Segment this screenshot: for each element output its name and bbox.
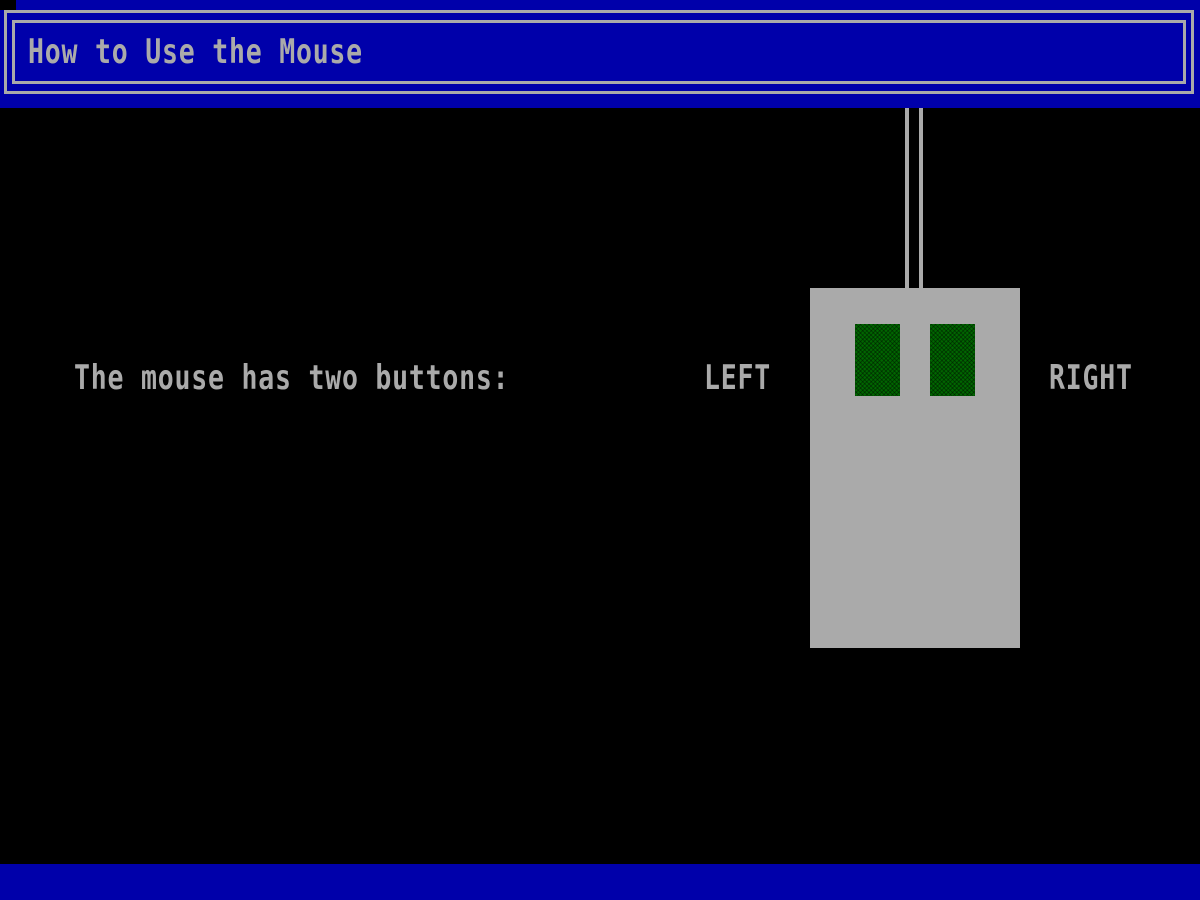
mouse-cable-wire — [919, 108, 923, 288]
bottom-status-bar — [0, 864, 1200, 900]
mouse-right-button — [930, 324, 975, 396]
title-bar-corner — [0, 0, 16, 10]
left-button-label: LEFT — [704, 358, 771, 398]
intro-text: The mouse has two buttons: — [74, 358, 510, 398]
mouse-cable-wire — [905, 108, 909, 288]
right-button-label: RIGHT — [1049, 358, 1133, 398]
mouse-left-button — [855, 324, 900, 396]
mouse-illustration — [810, 288, 1020, 648]
page-title: How to Use the Mouse — [28, 32, 363, 72]
title-bar: How to Use the Mouse — [0, 0, 1200, 108]
